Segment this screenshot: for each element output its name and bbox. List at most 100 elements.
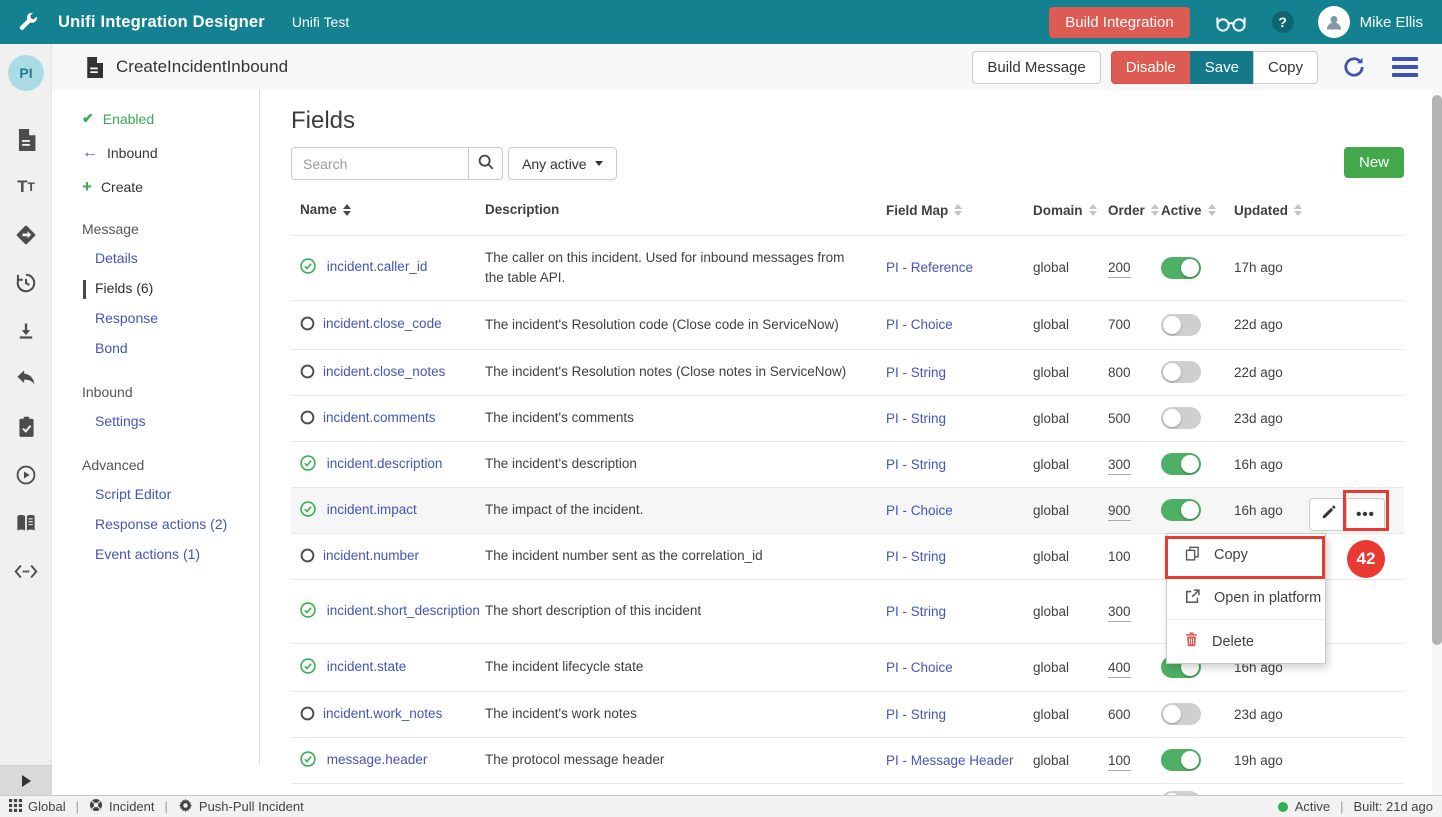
active-toggle[interactable] xyxy=(1161,257,1201,279)
build-integration-button[interactable]: Build Integration xyxy=(1049,7,1189,38)
active-toggle[interactable] xyxy=(1161,361,1201,383)
sort-icon xyxy=(1208,204,1216,216)
nav-item-create[interactable]: + Create xyxy=(82,177,259,196)
help-icon[interactable]: ? xyxy=(1272,11,1294,33)
field-name-link[interactable]: incident.close_code xyxy=(323,316,442,331)
download-icon[interactable] xyxy=(14,319,38,343)
field-map-link[interactable]: PI - String xyxy=(886,604,946,619)
field-domain: global xyxy=(1033,457,1108,472)
user-menu[interactable]: Mike Ellis xyxy=(1318,6,1423,38)
field-name-link[interactable]: incident.short_description xyxy=(327,603,480,618)
field-map-link[interactable]: PI - String xyxy=(886,707,946,722)
build-message-button[interactable]: Build Message xyxy=(972,51,1100,84)
field-order-link[interactable]: 300 xyxy=(1108,604,1131,622)
nav-item-bond[interactable]: Bond xyxy=(95,340,259,359)
field-map-link[interactable]: PI - Choice xyxy=(886,660,953,675)
field-order-link[interactable]: 100 xyxy=(1108,549,1131,564)
nav-item-settings[interactable]: Settings xyxy=(95,413,259,432)
field-map-link[interactable]: PI - Choice xyxy=(886,503,953,518)
copy-button[interactable]: Copy xyxy=(1253,51,1318,84)
table-row: incident.comments The incident's comment… xyxy=(291,396,1404,442)
pencil-icon xyxy=(1321,505,1336,523)
column-header-updated[interactable]: Updated xyxy=(1234,200,1404,221)
refresh-icon[interactable] xyxy=(1342,55,1366,79)
edit-button[interactable] xyxy=(1309,498,1347,531)
document-nav-icon[interactable] xyxy=(14,128,38,152)
field-name-link[interactable]: message.header xyxy=(327,752,428,767)
field-name-link[interactable]: incident.close_notes xyxy=(323,364,445,379)
play-icon[interactable] xyxy=(14,463,38,487)
active-toggle[interactable] xyxy=(1161,407,1201,429)
disable-button[interactable]: Disable xyxy=(1111,51,1191,84)
field-order-link[interactable]: 300 xyxy=(1108,457,1131,475)
nav-item-inbound[interactable]: ← Inbound xyxy=(82,143,259,162)
active-toggle[interactable] xyxy=(1161,703,1201,725)
scrollbar-thumb[interactable] xyxy=(1432,95,1442,645)
application-breadcrumb[interactable]: Incident xyxy=(89,798,155,815)
order-cell: 400 xyxy=(1108,660,1161,675)
field-order-link[interactable]: 200 xyxy=(1108,260,1131,278)
environment-name[interactable]: Unifi Test xyxy=(292,14,349,30)
field-order-link[interactable]: 500 xyxy=(1108,411,1131,426)
menu-item-open-in-platform[interactable]: Open in platform xyxy=(1167,577,1325,620)
field-map-link[interactable]: PI - Reference xyxy=(886,260,973,275)
field-order-link[interactable]: 400 xyxy=(1108,660,1131,678)
tasks-icon[interactable] xyxy=(14,415,38,439)
process-breadcrumb[interactable]: Push-Pull Incident xyxy=(178,798,304,816)
field-map-link[interactable]: PI - String xyxy=(886,549,946,564)
expand-arrow-icon xyxy=(22,775,31,787)
code-icon[interactable] xyxy=(14,559,38,583)
directions-icon[interactable] xyxy=(14,223,38,247)
integration-avatar[interactable]: PI xyxy=(8,55,44,91)
field-name-link[interactable]: incident.work_notes xyxy=(323,706,442,721)
field-name-link[interactable]: incident.description xyxy=(327,456,443,471)
field-name-link[interactable]: incident.comments xyxy=(323,410,436,425)
active-filter-dropdown[interactable]: Any active xyxy=(508,147,617,180)
toggle-knob xyxy=(1181,455,1199,473)
field-order-link[interactable]: 900 xyxy=(1108,503,1131,521)
reply-icon[interactable] xyxy=(14,367,38,391)
field-map-link[interactable]: PI - String xyxy=(886,457,946,472)
preview-goggles-icon[interactable] xyxy=(1214,12,1248,33)
nav-item-fields[interactable]: Fields (6) xyxy=(83,280,259,299)
new-field-button[interactable]: New xyxy=(1344,147,1404,178)
field-name-link[interactable]: incident.state xyxy=(327,659,407,674)
search-button[interactable] xyxy=(468,147,503,180)
save-button[interactable]: Save xyxy=(1190,51,1254,84)
active-toggle[interactable] xyxy=(1161,499,1201,521)
nav-item-response-actions[interactable]: Response actions (2) xyxy=(95,516,259,535)
active-toggle[interactable] xyxy=(1161,314,1201,336)
column-header-name[interactable]: Name xyxy=(291,200,485,221)
typography-icon[interactable]: TT xyxy=(14,175,38,199)
column-header-active[interactable]: Active xyxy=(1161,200,1234,221)
field-name-link[interactable]: incident.caller_id xyxy=(327,259,428,274)
active-toggle[interactable] xyxy=(1161,453,1201,475)
field-name-link[interactable]: incident.number xyxy=(323,548,419,563)
column-header-domain[interactable]: Domain xyxy=(1033,200,1108,221)
field-map-link[interactable]: PI - String xyxy=(886,411,946,426)
nav-item-script-editor[interactable]: Script Editor xyxy=(95,486,259,505)
field-map-link[interactable]: PI - String xyxy=(886,365,946,380)
menu-icon[interactable] xyxy=(1392,57,1418,77)
nav-item-details[interactable]: Details xyxy=(95,250,259,269)
docs-book-icon[interactable] xyxy=(14,511,38,535)
column-header-field-map[interactable]: Field Map xyxy=(886,200,1033,221)
field-order-link[interactable]: 800 xyxy=(1108,365,1131,380)
inactive-status-icon xyxy=(300,548,316,564)
active-toggle[interactable] xyxy=(1161,749,1201,771)
nav-item-enabled[interactable]: ✔ Enabled xyxy=(82,109,259,128)
menu-item-delete[interactable]: Delete xyxy=(1167,620,1325,663)
search-input[interactable] xyxy=(291,147,468,180)
sidebar-expand-button[interactable] xyxy=(0,765,52,795)
field-map-link[interactable]: PI - Choice xyxy=(886,317,953,332)
history-icon[interactable] xyxy=(14,271,38,295)
field-order-link[interactable]: 700 xyxy=(1108,317,1131,332)
field-map-link[interactable]: PI - Message Header xyxy=(886,753,1014,768)
field-name-link[interactable]: incident.impact xyxy=(327,502,417,517)
field-order-link[interactable]: 100 xyxy=(1108,753,1131,771)
column-header-order[interactable]: Order xyxy=(1108,200,1161,221)
domain-breadcrumb[interactable]: Global xyxy=(9,799,66,815)
field-order-link[interactable]: 600 xyxy=(1108,707,1131,722)
nav-item-response[interactable]: Response xyxy=(95,310,259,329)
nav-item-event-actions[interactable]: Event actions (1) xyxy=(95,546,259,565)
